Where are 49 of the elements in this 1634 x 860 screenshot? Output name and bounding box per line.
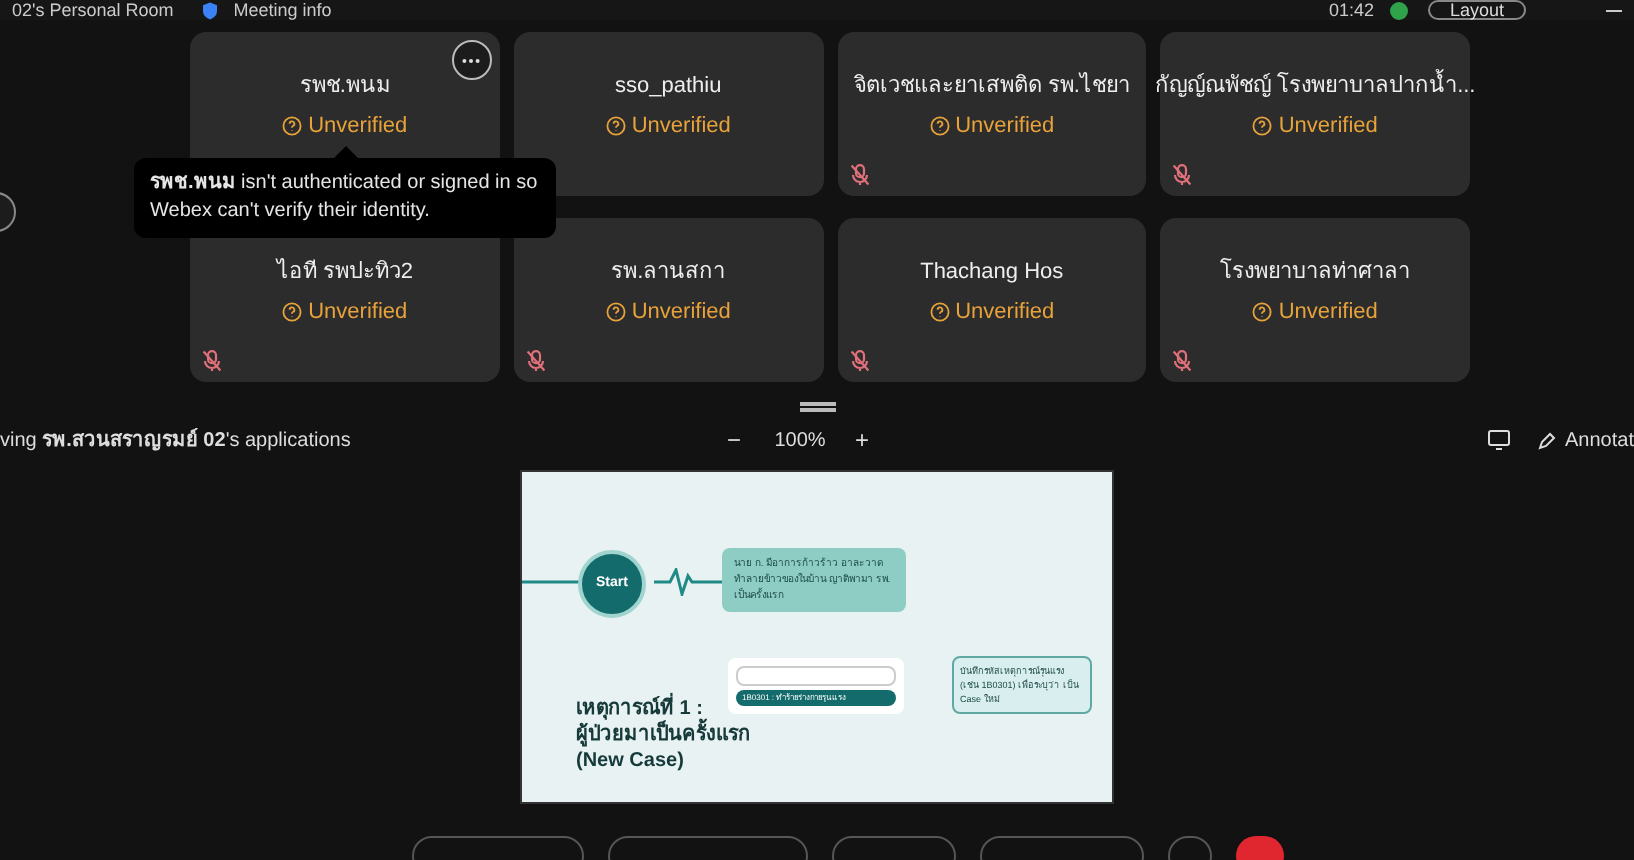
question-circle-icon — [605, 301, 626, 322]
resize-handle[interactable] — [799, 402, 835, 412]
question-circle-icon — [605, 115, 626, 136]
shield-icon — [201, 1, 218, 19]
question-circle-icon — [1252, 115, 1273, 136]
verification-status: Unverified — [955, 297, 1055, 327]
verification-status: Unverified — [955, 111, 1055, 141]
participant-name: จิตเวชและยาเสพติด รพ.ไชยา — [851, 70, 1132, 102]
verification-status: Unverified — [308, 297, 408, 327]
monitor-icon[interactable] — [1487, 430, 1510, 450]
verification-status: Unverified — [631, 297, 731, 327]
participant-name: โรงพยาบาลท่าศาลา — [1218, 256, 1413, 288]
layout-button[interactable]: Layout — [1427, 0, 1526, 20]
muted-microphone-icon — [525, 350, 546, 372]
question-circle-icon — [929, 115, 950, 136]
slide-heading: (New Case) — [576, 748, 686, 774]
verification-status: Unverified — [631, 111, 731, 141]
zoom-in-button[interactable]: + — [848, 422, 876, 458]
minimize-icon[interactable] — [1606, 9, 1622, 11]
slide-heading: ผู้ป่วยมาเป็นครั้งแรก — [576, 722, 750, 748]
tooltip-text: รพช.พนม isn't authenticated or signed in so Webex can't verify their identity. — [150, 170, 540, 226]
muted-microphone-icon — [1172, 350, 1193, 372]
meeting-info-link[interactable]: Meeting info — [233, 1, 332, 19]
meeting-timer: 01:42 — [1328, 1, 1374, 19]
room-name: 02's Personal Room — [12, 1, 174, 19]
question-circle-icon — [1252, 301, 1273, 322]
muted-microphone-icon — [849, 350, 869, 372]
sharing-title: ving รพ.สวนสราญรมย์ 02's applications — [0, 426, 353, 455]
question-circle-icon — [282, 115, 303, 136]
participant-name: รพ.ลานสกา — [609, 258, 728, 288]
question-circle-icon — [282, 301, 303, 322]
pen-icon — [1537, 430, 1558, 450]
more-options-button[interactable] — [451, 40, 492, 80]
muted-microphone-icon — [202, 350, 222, 372]
participant-name: ไอที รพปะทิว2 — [273, 256, 415, 288]
annotate-button[interactable]: Annotat — [1537, 425, 1634, 455]
participant-name: กัญญ์ณพัชญ์ โรงพยาบาลปากน้ำ... — [1147, 70, 1484, 103]
question-circle-icon — [929, 301, 950, 322]
verification-status: Unverified — [1278, 111, 1378, 141]
muted-microphone-icon — [1172, 164, 1193, 186]
zoom-level: 100% — [772, 427, 828, 455]
participant-name: sso_pathiu — [613, 72, 724, 102]
muted-microphone-icon — [849, 164, 869, 186]
zoom-out-button[interactable]: − — [720, 422, 748, 458]
verification-status: Unverified — [1278, 297, 1378, 327]
participant-name: รพช.พนม — [297, 72, 392, 102]
more-icon — [462, 57, 481, 63]
verification-status: Unverified — [308, 111, 408, 141]
participant-name: Thachang Hos — [918, 258, 1066, 288]
